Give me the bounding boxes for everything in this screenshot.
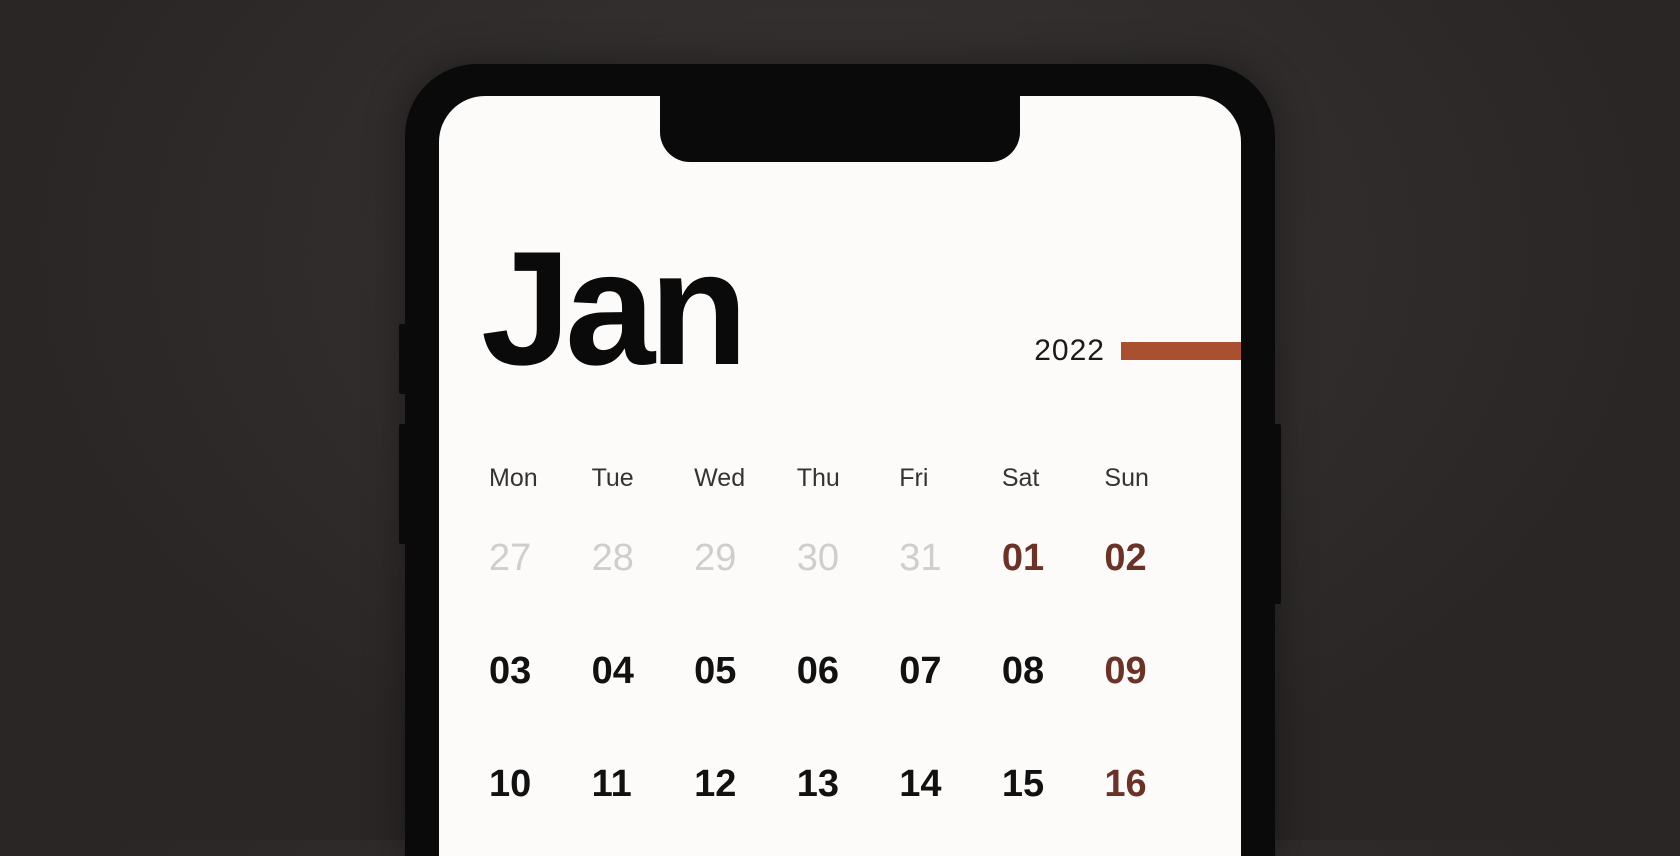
- weekday-mon: Mon: [481, 464, 584, 493]
- year-wrap: 2022: [1034, 334, 1199, 382]
- date-cell[interactable]: 06: [789, 650, 892, 693]
- date-cell[interactable]: 07: [891, 650, 994, 693]
- volume-up-button: [399, 324, 405, 394]
- power-button: [1275, 424, 1281, 604]
- year-accent-bar: [1121, 342, 1241, 360]
- date-cell[interactable]: 01: [994, 537, 1097, 580]
- phone-screen: Jan 2022 Mon Tue Wed Thu Fri Sat Sun 272…: [439, 96, 1241, 856]
- weekday-fri: Fri: [891, 464, 994, 493]
- date-cell[interactable]: 04: [584, 650, 687, 693]
- weekday-row: Mon Tue Wed Thu Fri Sat Sun: [481, 464, 1199, 493]
- date-cell[interactable]: 28: [584, 537, 687, 580]
- date-cell[interactable]: 08: [994, 650, 1097, 693]
- date-row: 10111213141516: [481, 763, 1199, 806]
- year-label: 2022: [1034, 334, 1105, 368]
- calendar-body: 27282930310102 03040506070809 101112131415…: [481, 537, 1199, 806]
- date-cell[interactable]: 05: [686, 650, 789, 693]
- date-cell[interactable]: 15: [994, 763, 1097, 806]
- date-row: 03040506070809: [481, 650, 1199, 693]
- date-cell[interactable]: 16: [1096, 763, 1199, 806]
- date-cell[interactable]: 29: [686, 537, 789, 580]
- weekday-wed: Wed: [686, 464, 789, 493]
- date-cell[interactable]: 27: [481, 537, 584, 580]
- volume-down-button: [399, 424, 405, 544]
- date-row: 27282930310102: [481, 537, 1199, 580]
- date-cell[interactable]: 11: [584, 763, 687, 806]
- calendar-header: Jan 2022: [481, 236, 1199, 382]
- date-cell[interactable]: 12: [686, 763, 789, 806]
- date-cell[interactable]: 03: [481, 650, 584, 693]
- phone-notch: [660, 96, 1020, 162]
- date-cell[interactable]: 13: [789, 763, 892, 806]
- weekday-tue: Tue: [584, 464, 687, 493]
- weekday-thu: Thu: [789, 464, 892, 493]
- weekday-sat: Sat: [994, 464, 1097, 493]
- month-title: Jan: [481, 236, 742, 382]
- date-cell[interactable]: 10: [481, 763, 584, 806]
- date-cell[interactable]: 02: [1096, 537, 1199, 580]
- weekday-sun: Sun: [1096, 464, 1199, 493]
- date-cell[interactable]: 09: [1096, 650, 1199, 693]
- date-cell[interactable]: 14: [891, 763, 994, 806]
- date-cell[interactable]: 30: [789, 537, 892, 580]
- date-cell[interactable]: 31: [891, 537, 994, 580]
- phone-frame: Jan 2022 Mon Tue Wed Thu Fri Sat Sun 272…: [405, 64, 1275, 856]
